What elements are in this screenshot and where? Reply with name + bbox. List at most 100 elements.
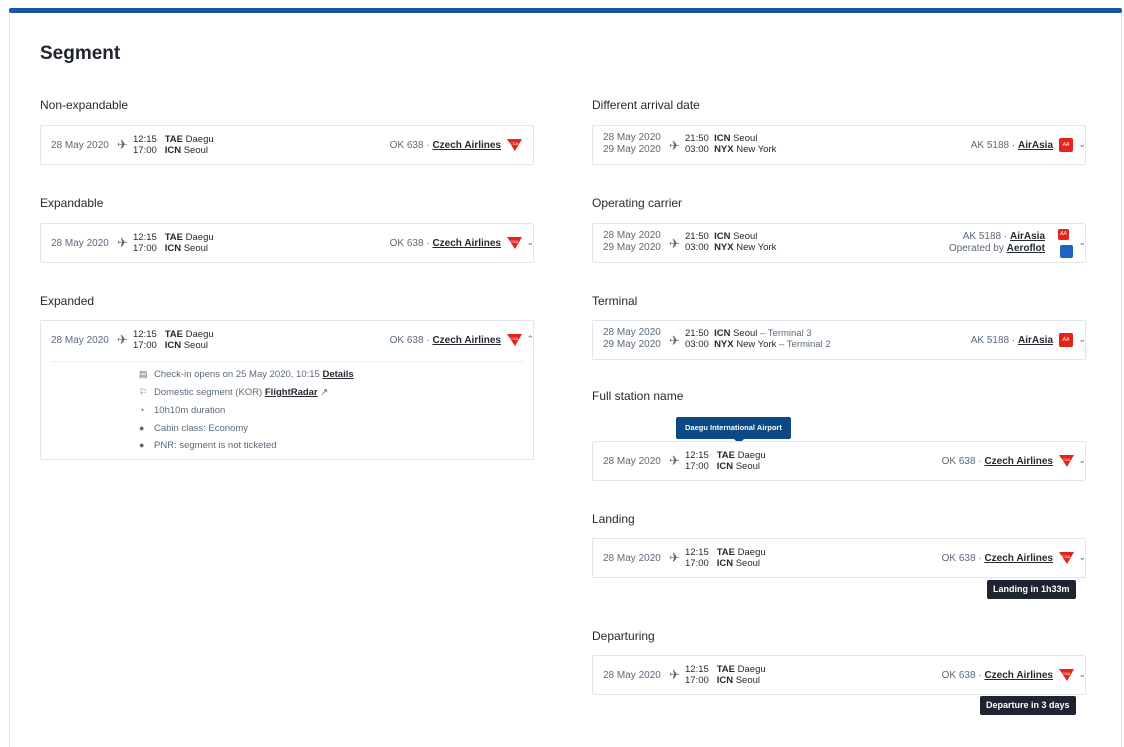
flag-icon: ⚐ bbox=[139, 387, 148, 397]
clock-icon: ◔ bbox=[139, 405, 145, 415]
flight-number: AK 5188 · bbox=[970, 140, 1016, 151]
aeroflot-logo bbox=[1060, 245, 1073, 258]
segment-date: 28 May 2020 bbox=[603, 456, 661, 467]
czech-airlines-logo: CSA bbox=[1059, 455, 1074, 467]
airasia-logo: AA bbox=[1058, 229, 1069, 240]
segment-card-departuring[interactable]: 28 May 2020 ✈ 12:15 TAE Daegu 17:00 ICN … bbox=[592, 655, 1086, 695]
segment-times: 12:15 TAE Daegu 17:00 ICN Seoul bbox=[133, 134, 214, 156]
arrival-row: 17:00 ICN Seoul bbox=[685, 558, 761, 569]
section-title-non-expandable: Non-expandable bbox=[40, 98, 129, 112]
section-title-departuring: Departuring bbox=[592, 629, 655, 643]
document-icon: ▤ bbox=[139, 369, 148, 379]
details-divider bbox=[51, 361, 523, 362]
arrival-terminal: – Terminal 2 bbox=[779, 339, 831, 350]
departure-row: 21:50 ICN Seoul – Terminal 3 bbox=[685, 328, 812, 339]
airline-link[interactable]: AirAsia bbox=[1010, 231, 1045, 242]
svg-text:CSA: CSA bbox=[510, 239, 519, 244]
segment-card-expandable[interactable]: 28 May 2020 ✈ 12:15 TAE Daegu 17:00 ICN … bbox=[40, 223, 534, 263]
departure-row: 12:15 TAE Daegu bbox=[133, 134, 214, 145]
segment-times: 12:15 TAE Daegu 17:00 ICN Seoul bbox=[685, 450, 766, 472]
detail-cabin: ● Cabin class: Economy bbox=[139, 423, 248, 434]
airplane-icon: ✈ bbox=[669, 236, 680, 251]
segment-times: 21:50 ICN Seoul 03:00 NYX New York bbox=[685, 231, 776, 253]
arrival-row: 03:00 NYX New York bbox=[685, 144, 777, 155]
flight-number: OK 638 · bbox=[389, 140, 430, 151]
segment-card-operating-carrier[interactable]: 28 May 2020 29 May 2020 ✈ 21:50 ICN Seou… bbox=[592, 223, 1086, 263]
landing-status-badge: Landing in 1h33m bbox=[987, 580, 1076, 599]
segment-card-expanded[interactable]: 28 May 2020 ✈ 12:15 TAE Daegu 17:00 ICN … bbox=[40, 320, 534, 460]
airplane-icon: ✈ bbox=[669, 550, 680, 565]
czech-airlines-logo: CSA bbox=[507, 237, 522, 249]
segment-date: 28 May 2020 bbox=[51, 335, 109, 346]
flight-number: AK 5188 · bbox=[970, 335, 1016, 346]
airplane-icon: ✈ bbox=[669, 138, 680, 153]
svg-text:CSA: CSA bbox=[510, 336, 519, 341]
czech-airlines-logo: CSA bbox=[1059, 552, 1074, 564]
carrier-info: AK 5188 · AirAsia bbox=[971, 140, 1053, 152]
segment-date: 28 May 2020 bbox=[51, 140, 109, 151]
airplane-icon: ✈ bbox=[117, 137, 128, 152]
segment-card-full-station[interactable]: 28 May 2020 ✈ 12:15 TAE Daegu 17:00 ICN … bbox=[592, 441, 1086, 481]
airplane-icon: ✈ bbox=[669, 667, 680, 682]
segment-card-different-arrival[interactable]: 28 May 2020 29 May 2020 ✈ 21:50 ICN Seou… bbox=[592, 125, 1086, 165]
departure-station-code[interactable]: TAE bbox=[717, 450, 735, 461]
chevron-up-icon[interactable]: ⌃ bbox=[526, 334, 534, 345]
departure-status-badge: Departure in 3 days bbox=[980, 696, 1076, 715]
airplane-icon: ✈ bbox=[117, 235, 128, 250]
svg-text:CSA: CSA bbox=[1062, 457, 1071, 462]
czech-airlines-logo: CSA bbox=[507, 139, 522, 151]
detail-domestic: ⚐ Domestic segment (KOR) FlightRadar ↗ bbox=[139, 387, 329, 398]
carrier-info: OK 638 · Czech Airlines bbox=[942, 553, 1053, 565]
flight-number: OK 638 · bbox=[941, 456, 982, 467]
segment-date: 28 May 2020 bbox=[603, 670, 661, 681]
carrier-info: OK 638 · Czech Airlines bbox=[942, 670, 1053, 682]
departure-row: 21:50 ICN Seoul bbox=[685, 231, 758, 242]
departure-row: 12:15 TAE Daegu bbox=[133, 232, 214, 243]
segment-card-terminal[interactable]: 28 May 2020 29 May 2020 ✈ 21:50 ICN Seou… bbox=[592, 320, 1086, 360]
checkin-details-link[interactable]: Details bbox=[322, 369, 353, 380]
svg-text:CSA: CSA bbox=[1062, 554, 1071, 559]
segment-dates: 28 May 2020 29 May 2020 bbox=[603, 230, 661, 253]
airline-link[interactable]: Czech Airlines bbox=[432, 238, 501, 249]
arrival-row: 17:00 ICN Seoul bbox=[685, 675, 761, 686]
detail-checkin: ▤ Check-in opens on 25 May 2020, 10:15 De… bbox=[139, 369, 354, 380]
arrival-row: 03:00 NYX New York – Terminal 2 bbox=[685, 339, 831, 350]
airline-link[interactable]: Czech Airlines bbox=[984, 553, 1053, 564]
departure-row: 12:15 TAE Daegu bbox=[685, 664, 766, 675]
svg-text:CSA: CSA bbox=[1062, 671, 1071, 676]
chevron-down-icon[interactable]: ⌄ bbox=[526, 237, 534, 248]
operated-by-label: Operated by bbox=[948, 243, 1004, 254]
info-icon: ● bbox=[139, 440, 145, 450]
carrier-info: OK 638 · Czech Airlines bbox=[390, 335, 501, 347]
chevron-down-icon[interactable]: ⌄ bbox=[1078, 139, 1086, 150]
chevron-down-icon[interactable]: ⌄ bbox=[1078, 334, 1086, 345]
chevron-down-icon[interactable]: ⌄ bbox=[1078, 669, 1086, 680]
flight-number: OK 638 · bbox=[941, 670, 982, 681]
segment-times: 12:15 TAE Daegu 17:00 ICN Seoul bbox=[133, 232, 214, 254]
flight-number: OK 638 · bbox=[389, 238, 430, 249]
chevron-down-icon[interactable]: ⌄ bbox=[1078, 455, 1086, 466]
section-title-operating-carrier: Operating carrier bbox=[592, 196, 683, 210]
arrival-row: 17:00 ICN Seoul bbox=[133, 243, 209, 254]
section-title-landing: Landing bbox=[592, 512, 635, 526]
airline-link[interactable]: AirAsia bbox=[1018, 140, 1053, 151]
flight-number: AK 5188 · bbox=[962, 231, 1008, 242]
airline-link[interactable]: Czech Airlines bbox=[432, 335, 501, 346]
chevron-down-icon[interactable]: ⌄ bbox=[1078, 552, 1086, 563]
airline-link[interactable]: Czech Airlines bbox=[984, 456, 1053, 467]
airasia-logo: AA bbox=[1059, 138, 1073, 152]
departure-terminal: – Terminal 3 bbox=[760, 328, 812, 339]
operating-airline-link[interactable]: Aeroflot bbox=[1007, 243, 1045, 254]
airline-link[interactable]: Czech Airlines bbox=[432, 140, 501, 151]
flightradar-link[interactable]: FlightRadar bbox=[265, 387, 318, 398]
chevron-down-icon[interactable]: ⌄ bbox=[1078, 237, 1086, 248]
info-icon: ● bbox=[139, 423, 145, 433]
segment-card-landing[interactable]: 28 May 2020 ✈ 12:15 TAE Daegu 17:00 ICN … bbox=[592, 538, 1086, 578]
arrival-row: 17:00 ICN Seoul bbox=[133, 145, 209, 156]
segment-times: 21:50 ICN Seoul – Terminal 3 03:00 NYX N… bbox=[685, 328, 831, 350]
airline-link[interactable]: Czech Airlines bbox=[984, 670, 1053, 681]
carrier-info: OK 638 · Czech Airlines bbox=[390, 140, 501, 152]
airline-link[interactable]: AirAsia bbox=[1018, 335, 1053, 346]
segment-dates: 28 May 2020 29 May 2020 bbox=[603, 132, 661, 155]
departure-row: 12:15 TAE Daegu bbox=[685, 450, 766, 461]
